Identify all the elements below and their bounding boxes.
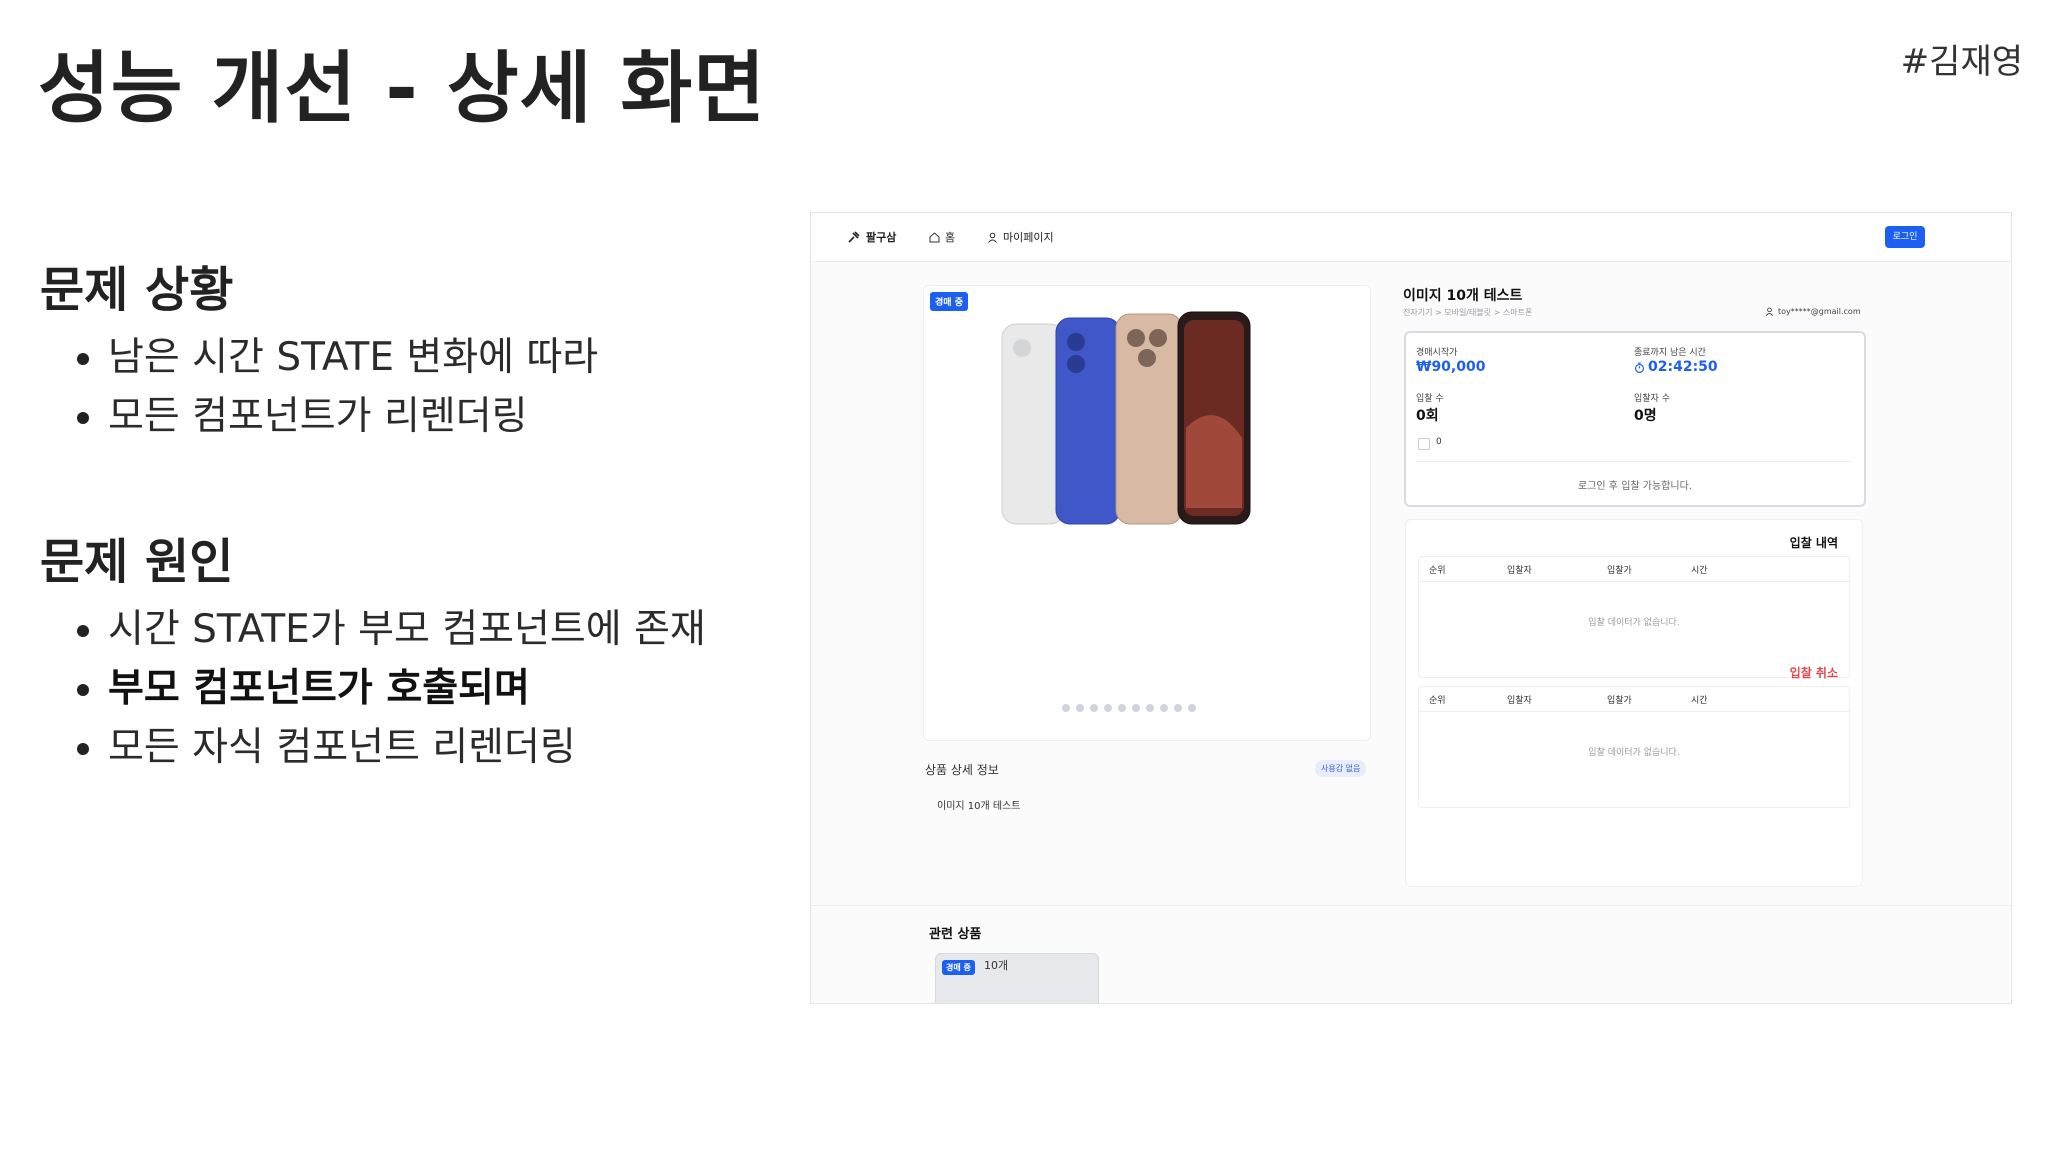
pagination-dot[interactable] (1104, 704, 1112, 712)
user-icon (988, 232, 997, 243)
pagination-dot[interactable] (1174, 704, 1182, 712)
table-header: 순위 입찰자 입찰가 시간 (1419, 557, 1849, 582)
bid-count-value: 0회 (1416, 408, 1439, 424)
nav-mypage[interactable]: 마이페이지 (987, 229, 1054, 245)
top-nav: 팔구삼 홈 마이페이지 로그인 (811, 213, 2011, 262)
problem-heading: 문제 상황 (40, 262, 234, 318)
product-title: 이미지 10개 테스트 (1403, 288, 1523, 304)
like-checkbox[interactable] (1418, 438, 1430, 450)
col-bid-price: 입찰가 (1607, 566, 1632, 576)
related-product-name: 10개 (984, 959, 1009, 972)
condition-tag: 사용감 없음 (1315, 760, 1367, 777)
table-header: 순위 입찰자 입찰가 시간 (1419, 687, 1849, 712)
problem-list: 남은 시간 STATE 변화에 따라 모든 컴포넌트가 리렌더링 (40, 328, 598, 446)
cause-heading: 문제 원인 (40, 534, 234, 590)
timer-icon (1634, 362, 1645, 373)
col-rank: 순위 (1429, 696, 1446, 706)
breadcrumb[interactable]: 전자기기 > 모바일/태블릿 > 스마트폰 (1403, 307, 1532, 318)
col-time: 시간 (1691, 566, 1708, 576)
col-time: 시간 (1691, 696, 1708, 706)
pagination-dot[interactable] (1132, 704, 1140, 712)
pagination-dot[interactable] (1118, 704, 1126, 712)
login-required-note: 로그인 후 입찰 가능합니다. (1578, 481, 1692, 492)
nav-home[interactable]: 홈 (929, 229, 955, 245)
seller-email: toy*****@gmail.com (1778, 307, 1861, 316)
bid-history-title: 입찰 내역 (1789, 536, 1838, 550)
user-icon (1765, 307, 1774, 316)
start-price-value: ₩90,000 (1416, 359, 1486, 375)
empty-state: 입찰 데이터가 없습니다. (1588, 748, 1680, 758)
divider (811, 905, 2011, 906)
bidder-count-value: 0명 (1634, 408, 1657, 424)
detail-section-title: 상품 상세 정보 (925, 763, 999, 777)
cause-bullet-emphasis: 부모 컴포넌트가 호출되며 (77, 659, 706, 718)
nav-home-label: 홈 (945, 231, 956, 244)
gavel-icon (848, 231, 860, 243)
start-price-label: 경매시작가 (1416, 348, 1458, 358)
seller-info: toy*****@gmail.com (1765, 307, 1861, 316)
pagination-dot[interactable] (1076, 704, 1084, 712)
col-rank: 순위 (1429, 566, 1446, 576)
bidder-count-label: 입찰자 수 (1634, 394, 1670, 404)
related-product-card[interactable]: 경매 중 10개 (935, 953, 1099, 1003)
time-left-label: 종료까지 남은 시간 (1634, 348, 1706, 358)
auction-status-badge: 경매 중 (942, 960, 975, 975)
pagination-dot[interactable] (1090, 704, 1098, 712)
pagination-dot[interactable] (1188, 704, 1196, 712)
nav-mypage-label: 마이페이지 (1003, 231, 1054, 244)
bid-cancel-table: 순위 입찰자 입찰가 시간 입찰 데이터가 없습니다. (1418, 686, 1850, 808)
brand-name: 팔구삼 (866, 231, 897, 244)
bid-panel: 입찰 내역 순위 입찰자 입찰가 시간 입찰 데이터가 없습니다. 입찰 취소 … (1405, 519, 1863, 887)
auction-info-box: 경매시작가 ₩90,000 종료까지 남은 시간 02:42:50 입찰 수 0… (1404, 331, 1866, 507)
col-bid-price: 입찰가 (1607, 696, 1632, 706)
product-image[interactable] (996, 308, 1302, 530)
bid-cancel-title[interactable]: 입찰 취소 (1790, 664, 1838, 681)
cause-list: 시간 STATE가 부모 컴포넌트에 존재 부모 컴포넌트가 호출되며 모든 자… (40, 600, 706, 777)
bid-history-table: 순위 입찰자 입찰가 시간 입찰 데이터가 없습니다. (1418, 556, 1850, 678)
col-bidder: 입찰자 (1507, 566, 1532, 576)
pagination-dot[interactable] (1146, 704, 1154, 712)
cause-bullet: 시간 STATE가 부모 컴포넌트에 존재 (77, 600, 706, 659)
slide-title: 성능 개선 - 상세 화면 (38, 44, 767, 134)
like-count: 0 (1436, 437, 1442, 447)
auction-status-badge: 경매 중 (930, 292, 968, 311)
cause-section: 문제 원인 시간 STATE가 부모 컴포넌트에 존재 부모 컴포넌트가 호출되… (40, 522, 706, 777)
time-left-value: 02:42:50 (1648, 359, 1718, 375)
problem-bullet: 모든 컴포넌트가 리렌더링 (76, 387, 598, 446)
pagination-dot[interactable] (1062, 704, 1070, 712)
home-icon (929, 231, 940, 242)
product-gallery: 경매 중 (923, 285, 1371, 741)
detail-description: 이미지 10개 테스트 (937, 801, 1021, 812)
empty-state: 입찰 데이터가 없습니다. (1588, 618, 1680, 628)
problem-bullet: 남은 시간 STATE 변화에 따라 (76, 328, 598, 387)
problem-section: 문제 상황 남은 시간 STATE 변화에 따라 모든 컴포넌트가 리렌더링 (40, 250, 598, 446)
time-left: 02:42:50 (1634, 359, 1718, 375)
related-products-title: 관련 상품 (929, 927, 982, 942)
pagination-dot[interactable] (1160, 704, 1168, 712)
cause-bullet: 모든 자식 컴포넌트 리렌더링 (77, 718, 706, 777)
author-tag: #김재영 (1900, 42, 2023, 82)
brand-logo[interactable]: 팔구삼 (847, 229, 896, 245)
gallery-pagination[interactable] (1062, 704, 1196, 712)
bid-count-label: 입찰 수 (1416, 394, 1444, 404)
col-bidder: 입찰자 (1507, 696, 1532, 706)
login-button[interactable]: 로그인 (1885, 226, 1925, 248)
divider (1416, 461, 1852, 462)
app-screenshot: 팔구삼 홈 마이페이지 로그인 경매 중 상품 상세 정보 사용감 없음 이미지… (810, 212, 2012, 1004)
